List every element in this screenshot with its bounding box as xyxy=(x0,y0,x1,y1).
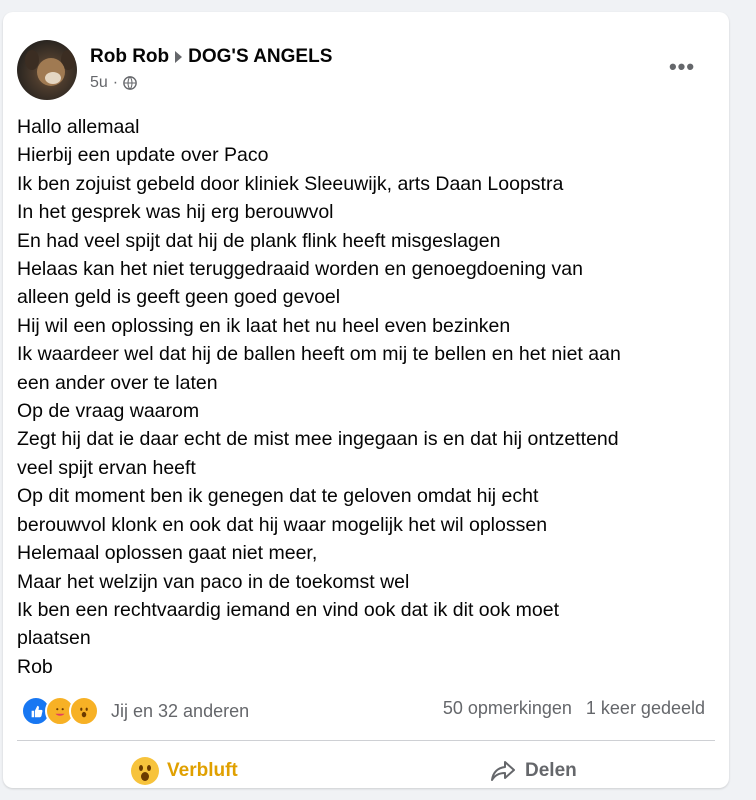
post-text-line: Hallo allemaal xyxy=(17,116,140,138)
caret-right-icon xyxy=(175,51,183,63)
shares-count[interactable]: 1 keer gedeeld xyxy=(586,698,705,719)
reaction-button[interactable]: Verbluft xyxy=(131,750,238,792)
post-text-line: Hierbij een update over Paco xyxy=(17,144,269,167)
avatar-snout xyxy=(45,72,61,84)
reaction-count-text[interactable]: Jij en 32 anderen xyxy=(111,701,249,722)
meta-dot: · xyxy=(112,74,119,91)
avatar[interactable] xyxy=(17,40,77,100)
post-text-line: Ik waardeer wel dat hij de ballen heeft … xyxy=(17,343,621,366)
post-header: Rob Rob DOG'S ANGELS xyxy=(90,46,332,68)
group-name[interactable]: DOG'S ANGELS xyxy=(188,46,332,68)
reaction-button-label: Verbluft xyxy=(167,760,238,781)
post-text-line: alleen geld is geeft geen goed gevoel xyxy=(17,286,341,309)
post-text-line: Ik ben een rechtvaardig iemand en vind o… xyxy=(17,598,559,621)
post-text-line: Maar het welzijn van paco in de toekomst… xyxy=(17,570,410,593)
post-text-line: plaatsen xyxy=(17,627,91,650)
post-text-line: Hij wil een oplossing en ik laat het nu … xyxy=(17,314,511,337)
wow-icon xyxy=(69,696,99,726)
post-text-line: Zegt hij dat ie daar echt de mist mee in… xyxy=(17,428,619,451)
more-options-icon[interactable]: ••• xyxy=(665,52,699,82)
post-card: Rob Rob DOG'S ANGELS 5u · ••• Hallo alle… xyxy=(3,12,729,788)
share-arrow-icon xyxy=(491,761,515,781)
post-text-line: Op dit moment ben ik genegen dat te gelo… xyxy=(17,485,539,508)
divider xyxy=(17,740,715,741)
wow-icon xyxy=(131,757,159,785)
globe-icon xyxy=(123,76,137,90)
post-time[interactable]: 5u xyxy=(90,74,108,92)
post-text-line: In het gesprek was hij erg berouwvol xyxy=(17,201,334,224)
post-text-line: Helemaal oplossen gaat niet meer, xyxy=(17,542,318,565)
post-text: Hallo allemaal Hierbij een update over Pa… xyxy=(17,113,717,681)
post-meta: 5u · xyxy=(90,74,137,92)
post-text-line: Rob xyxy=(17,655,53,678)
reaction-summary[interactable]: Jij en 32 anderen xyxy=(21,696,249,726)
post-text-line: Op de vraag waarom xyxy=(17,400,200,423)
post-text-line: een ander over te laten xyxy=(17,371,218,394)
author-name[interactable]: Rob Rob xyxy=(90,46,169,68)
share-button[interactable]: Delen xyxy=(489,750,577,792)
post-text-line: Ik ben zojuist gebeld door kliniek Sleeu… xyxy=(17,172,564,195)
post-text-line: En had veel spijt dat hij de plank flink… xyxy=(17,229,501,252)
post-text-line: berouwvol klonk en ook dat hij waar moge… xyxy=(17,513,548,536)
comments-count[interactable]: 50 opmerkingen xyxy=(443,698,572,719)
post-text-line: Helaas kan het niet teruggedraaid worden… xyxy=(17,258,583,281)
post-text-line: veel spijt ervan heeft xyxy=(17,456,196,479)
share-button-label: Delen xyxy=(525,760,577,781)
engagement-counts: 50 opmerkingen 1 keer gedeeld xyxy=(443,698,705,719)
